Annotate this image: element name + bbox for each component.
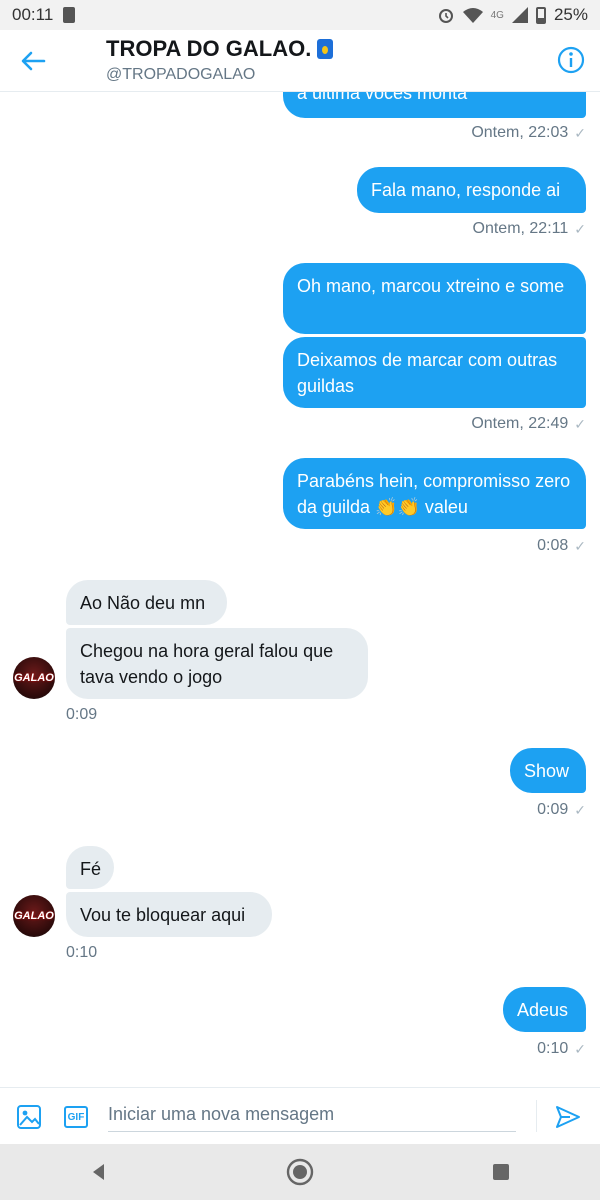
message-bubble-outgoing[interactable]: Fala mano, responde ai (357, 167, 586, 213)
contact-avatar[interactable]: GALAO (13, 657, 55, 699)
timestamp-text: 0:09 (537, 801, 569, 818)
signal-icon (511, 7, 528, 23)
message-timestamp: 0:09 (66, 706, 97, 724)
message-timestamp: 0:09 ✓ (537, 801, 586, 819)
battery-icon (535, 6, 546, 24)
message-timestamp: Ontem, 22:03 ✓ (471, 124, 586, 142)
message-bubble-incoming[interactable]: Vou te bloquear aqui (66, 892, 272, 937)
message-bubble-outgoing[interactable]: a última vocês monta (283, 92, 586, 118)
message-list[interactable]: a última vocês monta Ontem, 22:03 ✓ Fala … (0, 92, 600, 1087)
message-text: Chegou na hora geral falou que tava vend… (80, 641, 334, 687)
conversation-header: TROPA DO GALAO. @TROPADOGALAO (0, 30, 600, 92)
message-bubble-incoming[interactable]: Fé (66, 846, 114, 889)
back-arrow-icon[interactable] (18, 46, 48, 76)
message-text: Parabéns hein, compromisso zero da guild… (297, 471, 571, 517)
composer-divider (536, 1100, 537, 1132)
message-timestamp: Ontem, 22:11 ✓ (473, 220, 587, 238)
fuel-can-icon (317, 39, 334, 59)
message-text: Show (524, 761, 570, 781)
status-bar: 00:11 4G 25% (0, 0, 600, 30)
avatar-logo-text: GALAO (14, 672, 54, 684)
dm-screen: 00:11 4G 25% TROPA DO GALAO. @TROPADOGAL… (0, 0, 600, 1200)
battery-level: 25% (553, 5, 588, 24)
alarm-icon (438, 9, 453, 23)
network-type: 4G (490, 9, 504, 21)
timestamp-text: Ontem, 22:49 (471, 415, 569, 432)
sent-check-icon: ✓ (574, 415, 586, 432)
message-text: Adeus (517, 1000, 569, 1020)
gif-label: GIF (67, 1111, 85, 1123)
sent-check-icon: ✓ (574, 801, 586, 818)
conversation-handle: @TROPADOGALAO (106, 66, 256, 83)
message-bubble-incoming[interactable]: Chegou na hora geral falou que tava vend… (66, 628, 368, 699)
sent-check-icon: ✓ (574, 1040, 586, 1057)
message-text: Fala mano, responde ai (371, 180, 561, 200)
sent-check-icon: ✓ (574, 124, 586, 141)
timestamp-text: 0:09 (66, 706, 98, 723)
gif-button[interactable]: GIF (64, 1106, 88, 1128)
message-input[interactable] (108, 1098, 516, 1132)
nav-back-icon[interactable] (88, 1161, 110, 1183)
wifi-icon (462, 8, 483, 23)
message-bubble-outgoing[interactable]: Show (510, 748, 586, 793)
nav-recents-icon[interactable] (490, 1161, 512, 1183)
timestamp-text: 0:08 (537, 537, 569, 554)
message-text: Fé (80, 859, 102, 879)
sent-check-icon: ✓ (574, 537, 586, 554)
image-icon[interactable] (16, 1104, 42, 1130)
nav-home-icon[interactable] (285, 1157, 315, 1187)
status-time: 00:11 (12, 5, 54, 24)
contact-avatar[interactable]: GALAO (13, 895, 55, 937)
message-timestamp: 0:10 (66, 944, 97, 962)
message-bubble-outgoing[interactable]: Parabéns hein, compromisso zero da guild… (283, 458, 586, 529)
message-bubble-outgoing[interactable]: Deixamos de marcar com outras guildas (283, 337, 586, 408)
timestamp-text: Ontem, 22:03 (471, 124, 569, 141)
message-text: a última vocês monta (297, 92, 468, 103)
sent-check-icon: ✓ (574, 220, 586, 237)
message-bubble-outgoing[interactable]: Adeus (503, 987, 586, 1032)
message-composer: GIF (0, 1087, 600, 1144)
send-icon[interactable] (554, 1103, 582, 1131)
timestamp-text: 0:10 (66, 944, 98, 961)
info-icon[interactable] (556, 45, 586, 75)
system-nav-bar (0, 1144, 600, 1200)
message-text: Vou te bloquear aqui (80, 905, 246, 925)
message-text: Oh mano, marcou xtreino e some (297, 276, 565, 296)
message-timestamp: 0:10 ✓ (537, 1040, 586, 1058)
conversation-title-text: TROPA DO GALAO. (106, 36, 312, 61)
timestamp-text: 0:10 (537, 1040, 569, 1057)
conversation-title[interactable]: TROPA DO GALAO. (106, 36, 334, 62)
message-bubble-outgoing[interactable]: Oh mano, marcou xtreino e some (283, 263, 586, 334)
message-timestamp: 0:08 ✓ (537, 537, 586, 555)
status-indicators: 4G 25% (437, 5, 588, 25)
message-timestamp: Ontem, 22:49 ✓ (471, 415, 586, 433)
message-bubble-incoming[interactable]: Ao Não deu mn (66, 580, 227, 625)
message-text: Ao Não deu mn (80, 593, 206, 613)
sim-card-icon (63, 7, 76, 23)
timestamp-text: Ontem, 22:11 (472, 220, 569, 237)
message-text: Deixamos de marcar com outras guildas (297, 350, 558, 396)
avatar-logo-text: GALAO (14, 910, 54, 922)
